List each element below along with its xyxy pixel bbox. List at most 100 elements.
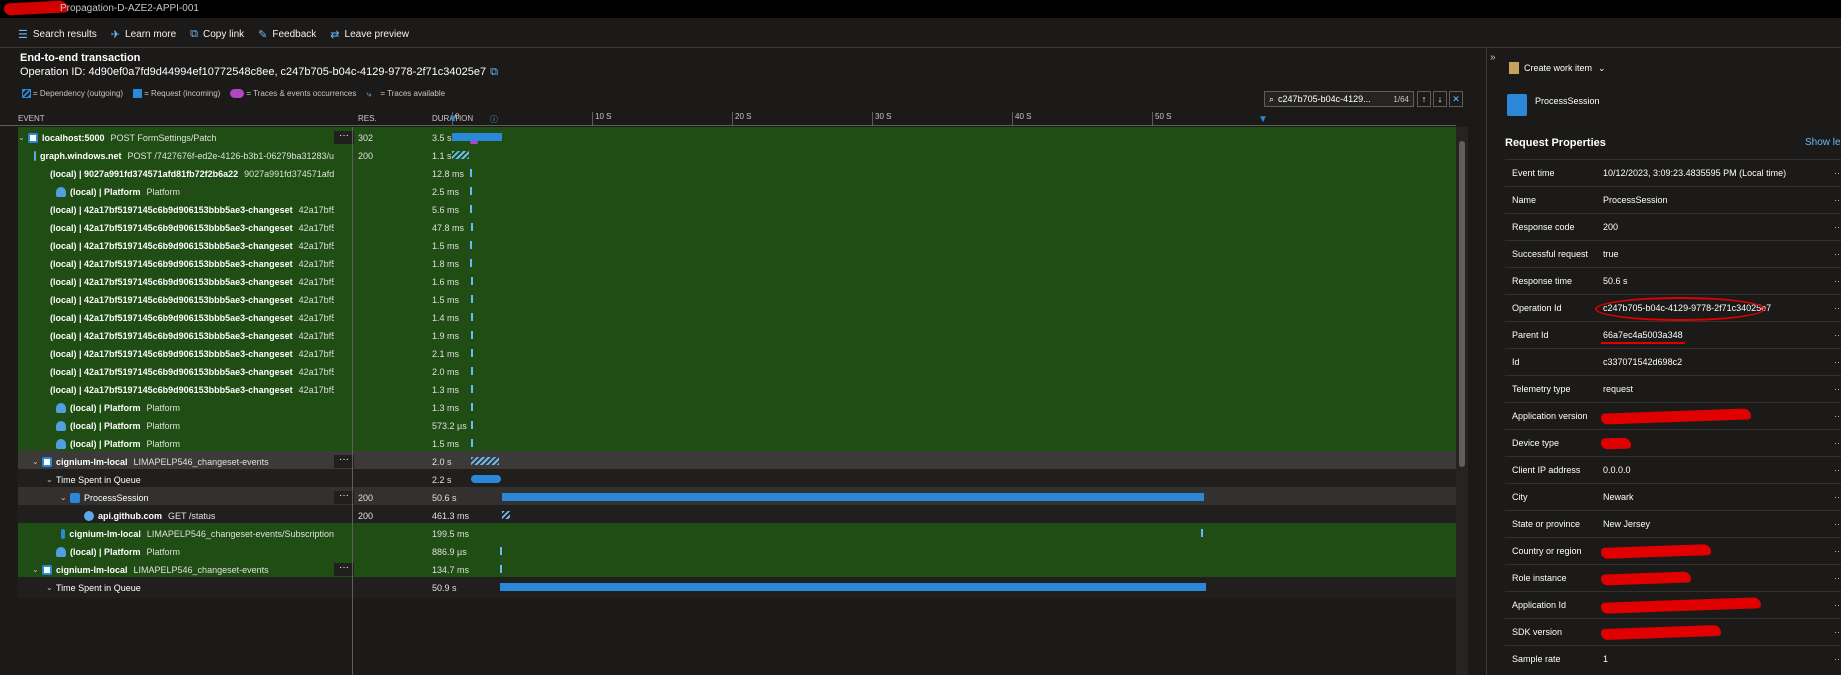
show-link[interactable]: Show le: [1805, 137, 1841, 148]
timeline-bar[interactable]: [471, 385, 473, 393]
more-options-icon[interactable]: ···: [1834, 438, 1841, 448]
timeline-bar[interactable]: [471, 403, 473, 411]
more-options-icon[interactable]: ···: [1834, 168, 1841, 178]
more-options-icon[interactable]: ···: [1834, 627, 1841, 637]
timeline-bar[interactable]: [471, 295, 473, 303]
table-row[interactable]: ⌄ Time Spent in Queue 50.9 s: [18, 577, 1456, 598]
timeline-marker-icon[interactable]: ▼: [448, 114, 458, 125]
property-value[interactable]: 0.0.0.0: [1603, 465, 1631, 475]
chevron-icon[interactable]: ⌄: [46, 475, 56, 484]
property-value[interactable]: 1: [1603, 654, 1608, 664]
property-value[interactable]: 200: [1603, 222, 1618, 232]
chevron-icon[interactable]: ⌄: [32, 565, 42, 574]
more-options-icon[interactable]: ···: [1834, 546, 1841, 556]
property-value[interactable]: 50.6 s: [1603, 276, 1628, 286]
property-value[interactable]: New Jersey: [1603, 519, 1650, 529]
timeline-bar[interactable]: [471, 223, 473, 231]
timeline-bar[interactable]: [470, 169, 472, 177]
more-options-icon[interactable]: ···: [1834, 465, 1841, 475]
expand-icon[interactable]: »: [1490, 52, 1496, 63]
timeline-bar[interactable]: [1201, 529, 1203, 537]
toolbar-button-3[interactable]: ✎ Feedback: [258, 28, 316, 41]
timeline-bar[interactable]: [500, 547, 502, 555]
more-options-icon[interactable]: ···: [1834, 195, 1841, 205]
more-options-icon[interactable]: ···: [1834, 519, 1841, 529]
scrollbar-thumb[interactable]: [1459, 141, 1465, 467]
copy-icon[interactable]: ⧉: [490, 66, 498, 78]
timeline-bar[interactable]: [500, 565, 502, 573]
property-row: Id c337071542d698c2 ···: [1505, 348, 1841, 375]
timeline-bar[interactable]: [471, 331, 473, 339]
timeline-bar[interactable]: [500, 583, 1206, 591]
timeline-bar[interactable]: [502, 493, 1204, 501]
property-value[interactable]: ProcessSession: [1603, 195, 1668, 205]
toolbar-button-1[interactable]: ✈ Learn more: [111, 28, 176, 41]
property-value[interactable]: 66a7ec4a5003a348: [1603, 330, 1683, 340]
duration: 1.3 ms: [432, 403, 460, 413]
close-icon[interactable]: ✕: [1449, 91, 1463, 107]
event-name: localhost:5000: [42, 132, 105, 143]
more-options-icon[interactable]: ···: [1834, 384, 1841, 394]
timeline-bar[interactable]: [471, 349, 473, 357]
chevron-icon[interactable]: ⌄: [32, 457, 42, 466]
timeline-bar[interactable]: [470, 259, 472, 267]
column-res[interactable]: RES.: [358, 114, 377, 123]
timeline-marker-icon[interactable]: ▼: [1258, 114, 1268, 125]
timeline-bar[interactable]: [452, 151, 469, 159]
property-row: Client IP address 0.0.0.0 ···: [1505, 456, 1841, 483]
next-result-button[interactable]: ↓: [1433, 91, 1447, 107]
chevron-icon[interactable]: ⌄: [60, 493, 70, 502]
timeline-bar[interactable]: [471, 475, 501, 483]
more-options-icon[interactable]: ···: [1834, 249, 1841, 259]
more-options-icon[interactable]: ···: [1834, 492, 1841, 502]
more-options-icon[interactable]: ···: [334, 563, 354, 576]
timeline-bar[interactable]: [471, 457, 499, 465]
legend-label: = Dependency (outgoing): [33, 89, 124, 98]
prev-result-button[interactable]: ↑: [1417, 91, 1431, 107]
create-work-item-button[interactable]: Create work item ⌄: [1509, 62, 1606, 74]
trace-marker[interactable]: [470, 141, 478, 144]
property-value[interactable]: Newark: [1603, 492, 1634, 502]
search-input[interactable]: ⌕ c247b705-b04c-4129... 1/64: [1264, 91, 1414, 107]
more-options-icon[interactable]: ···: [334, 491, 354, 504]
toolbar-label: Feedback: [272, 28, 317, 40]
timeline-bar[interactable]: [452, 133, 502, 141]
timeline-bar[interactable]: [471, 367, 473, 375]
column-event[interactable]: EVENT: [18, 114, 45, 123]
more-options-icon[interactable]: ···: [1834, 411, 1841, 421]
duration: 50.6 s: [432, 493, 457, 503]
timeline-bar[interactable]: [471, 313, 473, 321]
more-options-icon[interactable]: ···: [1834, 222, 1841, 232]
chevron-icon[interactable]: ⌄: [18, 133, 28, 142]
property-value[interactable]: true: [1603, 249, 1619, 259]
chevron-icon[interactable]: ⌄: [46, 583, 56, 592]
more-options-icon[interactable]: ···: [1834, 303, 1841, 313]
timeline-bar[interactable]: [470, 241, 472, 249]
property-row: Sample rate 1 ···: [1505, 645, 1841, 672]
learn-icon: ✈: [110, 28, 121, 41]
more-options-icon[interactable]: ···: [1834, 357, 1841, 367]
timeline-bar[interactable]: [470, 187, 472, 195]
property-value[interactable]: c337071542d698c2: [1603, 357, 1682, 367]
property-value[interactable]: request: [1603, 384, 1633, 394]
more-options-icon[interactable]: ···: [1834, 276, 1841, 286]
timeline-bar[interactable]: [502, 511, 510, 519]
more-options-icon[interactable]: ···: [1834, 654, 1841, 664]
timeline-bar[interactable]: [471, 421, 473, 429]
property-key: Name: [1512, 195, 1537, 205]
more-options-icon[interactable]: ···: [334, 455, 354, 468]
more-options-icon[interactable]: ···: [1834, 600, 1841, 610]
vertical-scrollbar[interactable]: [1456, 127, 1468, 675]
timeline-bar[interactable]: [471, 439, 473, 447]
timeline-info-icon[interactable]: ⓘ: [490, 114, 498, 125]
toolbar-button-2[interactable]: ⧉ Copy link: [190, 28, 244, 41]
property-value[interactable]: 10/12/2023, 3:09:23.4835595 PM (Local ti…: [1603, 168, 1786, 178]
toolbar-button-4[interactable]: ⇄ Leave preview: [330, 28, 409, 41]
timeline-bar[interactable]: [471, 277, 473, 285]
more-options-icon[interactable]: ···: [1834, 330, 1841, 340]
toolbar-button-0[interactable]: ☰ Search results: [18, 28, 97, 41]
more-options-icon[interactable]: ···: [334, 131, 354, 144]
event-detail: 42a17bf51: [298, 294, 334, 305]
timeline-bar[interactable]: [470, 205, 472, 213]
more-options-icon[interactable]: ···: [1834, 573, 1841, 583]
